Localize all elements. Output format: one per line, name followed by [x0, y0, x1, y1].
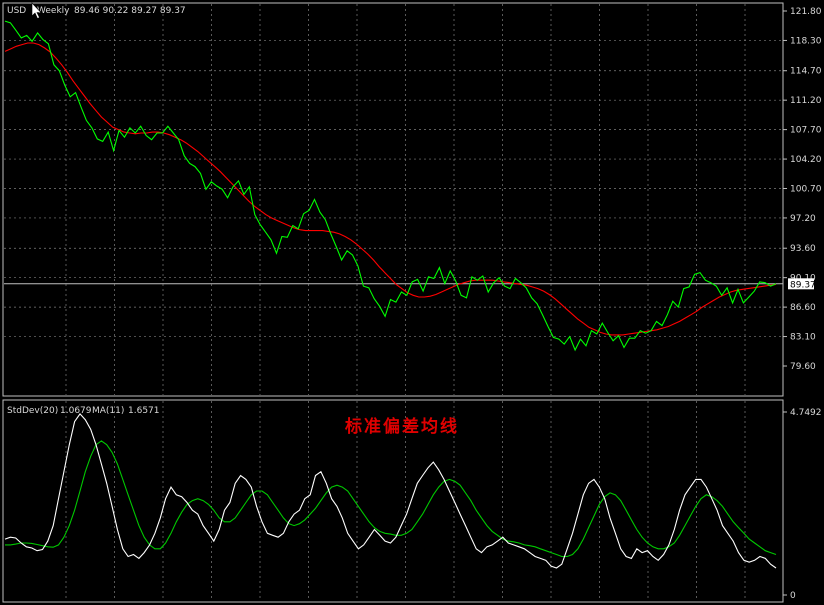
y-tick-label: 0: [790, 591, 796, 601]
y-tick-label: 114.70: [790, 67, 822, 77]
timeframe-label: Weekly: [37, 6, 70, 16]
y-tick-label: 118.30: [790, 36, 822, 46]
y-tick-label: 100.70: [790, 185, 822, 195]
y-tick-label: 121.80: [790, 7, 822, 17]
chart-window: 121.80 118.30 114.70 111.20 107.70 104.20 100.…: [0, 0, 824, 605]
stddev-name-label: StdDev(20): [7, 406, 58, 416]
y-tick-label: 4.7492: [790, 408, 822, 418]
stddev-ma-name-label: MA(11): [92, 406, 124, 416]
stddev-value-label: 1.0679: [60, 406, 92, 416]
chart-background: [0, 0, 824, 605]
y-tick-label: 97.20: [790, 214, 816, 224]
current-price-label: 89.37: [790, 280, 816, 290]
y-tick-label: 83.10: [790, 333, 816, 343]
y-tick-label: 107.70: [790, 126, 822, 136]
stddev-ma-value-label: 1.6571: [128, 406, 160, 416]
y-tick-label: 86.60: [790, 303, 816, 313]
y-tick-label: 104.20: [790, 155, 822, 165]
y-tick-label: 93.60: [790, 244, 816, 254]
annotation-text: 标准偏差均线: [345, 416, 459, 437]
y-tick-label: 79.60: [790, 362, 816, 372]
symbol-label: USD: [7, 6, 26, 16]
y-tick-label: 111.20: [790, 96, 822, 106]
ohlc-label: 89.46 90.22 89.27 89.37: [74, 6, 186, 16]
